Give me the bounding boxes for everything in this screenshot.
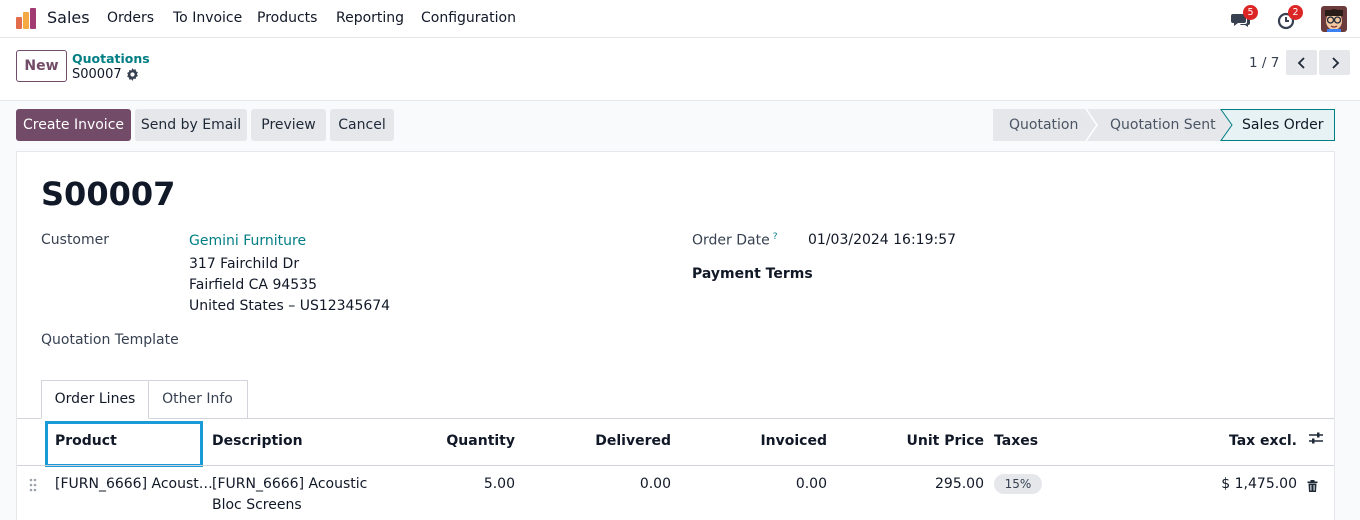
quotation-template-label: Quotation Template: [41, 332, 179, 348]
help-tooltip-icon[interactable]: ?: [773, 232, 778, 242]
pager-value[interactable]: 1 / 7: [1249, 55, 1279, 71]
row-tax-excl: $ 1,475.00: [1221, 476, 1297, 492]
tab-other-info[interactable]: Other Info: [148, 380, 248, 419]
menu-products[interactable]: Products: [257, 10, 317, 26]
stage-sales-order[interactable]: Sales Order: [1242, 109, 1324, 141]
column-header-taxes[interactable]: Taxes: [994, 433, 1038, 449]
customer-label: Customer: [41, 232, 110, 248]
chevron-left-icon: [1297, 56, 1305, 69]
row-delivered[interactable]: 0.00: [551, 476, 671, 492]
breadcrumb-quotations[interactable]: Quotations: [72, 51, 150, 66]
trash-icon[interactable]: [1307, 480, 1318, 492]
new-button[interactable]: New: [16, 50, 67, 82]
column-header-product[interactable]: Product: [55, 433, 117, 449]
top-navbar: Sales Orders To Invoice Products Reporti…: [0, 0, 1360, 38]
optional-columns-toggle-icon[interactable]: [1308, 431, 1324, 445]
drag-handle-icon[interactable]: [29, 478, 37, 492]
row-unit-price[interactable]: 295.00: [864, 476, 984, 492]
breadcrumb-current-record: S00007: [72, 67, 122, 82]
app-name[interactable]: Sales: [47, 8, 90, 27]
row-description-line-2[interactable]: Bloc Screens: [212, 497, 302, 513]
control-panel: New Quotations S00007 1 / 7: [0, 38, 1360, 101]
table-header-divider: [17, 465, 1334, 466]
avatar-icon: [1321, 6, 1347, 32]
address-line-3: United States – US12345674: [189, 298, 391, 314]
row-tax-tag[interactable]: 15%: [994, 474, 1042, 494]
create-invoice-button[interactable]: Create Invoice: [16, 109, 131, 141]
pager-previous-button[interactable]: [1286, 50, 1317, 75]
order-date-value[interactable]: 01/03/2024 16:19:57: [808, 232, 956, 248]
send-by-email-button[interactable]: Send by Email: [135, 109, 247, 141]
column-header-tax-excl[interactable]: Tax excl.: [1177, 433, 1297, 449]
menu-to-invoice[interactable]: To Invoice: [173, 10, 242, 26]
cancel-button[interactable]: Cancel: [330, 109, 394, 141]
menu-orders[interactable]: Orders: [107, 10, 154, 26]
activities-button[interactable]: 2: [1276, 5, 1303, 30]
payment-terms-label: Payment Terms: [692, 266, 813, 282]
row-quantity[interactable]: 5.00: [415, 476, 515, 492]
column-header-description[interactable]: Description: [212, 433, 303, 449]
address-line-2: Fairfield CA 94535: [189, 277, 317, 293]
preview-button[interactable]: Preview: [251, 109, 326, 141]
column-header-delivered[interactable]: Delivered: [551, 433, 671, 449]
customer-name-link[interactable]: Gemini Furniture: [189, 233, 306, 249]
row-product[interactable]: [FURN_6666] Acoust…: [55, 476, 213, 492]
tab-order-lines[interactable]: Order Lines: [41, 380, 149, 419]
messages-badge: 5: [1243, 5, 1258, 20]
menu-configuration[interactable]: Configuration: [421, 10, 516, 26]
column-header-unit-price[interactable]: Unit Price: [864, 433, 984, 449]
messages-button[interactable]: 5: [1231, 5, 1258, 30]
column-header-invoiced[interactable]: Invoiced: [707, 433, 827, 449]
stage-quotation-sent[interactable]: Quotation Sent: [1110, 109, 1216, 141]
sales-app-icon[interactable]: [15, 8, 37, 30]
stage-quotation[interactable]: Quotation: [1009, 109, 1078, 141]
column-header-quantity[interactable]: Quantity: [415, 433, 515, 449]
activities-badge: 2: [1288, 5, 1303, 20]
chevron-right-icon: [1331, 56, 1339, 69]
record-title: S00007: [41, 175, 176, 213]
row-invoiced: 0.00: [795, 476, 827, 492]
address-line-1: 317 Fairchild Dr: [189, 256, 300, 272]
row-description-line-1[interactable]: [FURN_6666] Acoustic: [212, 476, 367, 492]
order-date-label: Order Date?: [692, 232, 777, 249]
user-avatar[interactable]: [1321, 6, 1347, 32]
pager-next-button[interactable]: [1319, 50, 1350, 75]
status-bar: Quotation Quotation Sent Sales Order: [993, 109, 1335, 141]
menu-reporting[interactable]: Reporting: [336, 10, 404, 26]
order-date-label-text: Order Date: [692, 232, 770, 249]
gear-icon[interactable]: [126, 68, 139, 81]
